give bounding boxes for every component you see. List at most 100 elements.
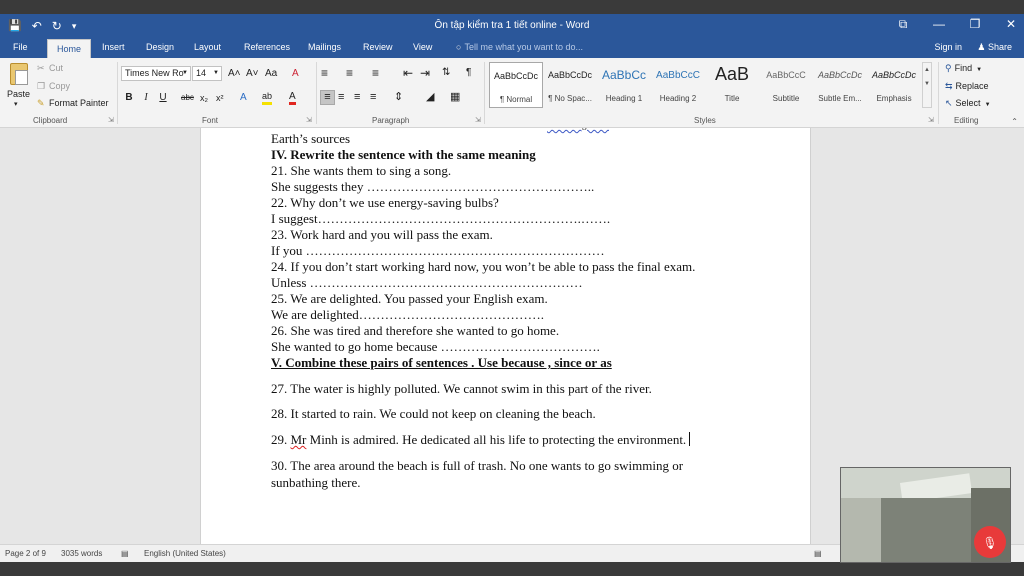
style-subtitle[interactable]: AaBbCcC Subtitle [759, 62, 813, 108]
doc-line[interactable]: I suggest…………………………………………………….……. [271, 211, 610, 227]
style-normal[interactable]: AaBbCcDc ¶ Normal [489, 62, 543, 108]
align-right-icon[interactable]: ≡ [354, 90, 360, 104]
doc-line[interactable]: We are delighted……………………………………. [271, 307, 544, 323]
replace-button[interactable]: ⇆ Replace [945, 81, 989, 92]
justify-icon[interactable]: ≡ [370, 90, 376, 104]
document-page[interactable]: sunbathing there. Earth’s sources IV. Re… [200, 128, 811, 544]
doc-line[interactable]: 30. The area around the beach is full of… [271, 458, 683, 474]
clear-formatting-button[interactable]: A [292, 67, 299, 81]
subscript-button[interactable]: x₂ [200, 91, 208, 105]
share-button[interactable]: ♟ Share [977, 42, 1012, 53]
close-icon[interactable]: ✕ [1004, 17, 1018, 32]
language-indicator[interactable]: English (United States) [144, 549, 226, 558]
cut-button[interactable]: ✂ Cut [37, 63, 63, 74]
style-title[interactable]: AaB Title [705, 62, 759, 108]
font-name-box[interactable]: Times New Ro ▼ [121, 66, 191, 81]
section-heading[interactable]: V. Combine these pairs of sentences . Us… [271, 355, 612, 371]
style-heading-1[interactable]: AaBbCc Heading 1 [597, 62, 651, 108]
select-button[interactable]: ↖ Select ▼ [945, 98, 991, 109]
style-emphasis[interactable]: AaBbCcDc Emphasis [867, 62, 921, 108]
text-effects-button[interactable]: A [240, 91, 247, 105]
font-launcher-icon[interactable]: ⇲ [306, 116, 312, 124]
page-count[interactable]: Page 2 of 9 [5, 549, 46, 558]
style-subtle-emphasis[interactable]: AaBbCcDc Subtle Em... [813, 62, 867, 108]
read-mode-icon[interactable]: ▤ [814, 549, 822, 558]
doc-line[interactable]: She suggests they …………………………………………….. [271, 179, 594, 195]
styles-gallery-scroll[interactable]: ▲ ▼ [922, 62, 932, 108]
ribbon-display-icon[interactable]: ⧉ [896, 17, 910, 32]
find-button[interactable]: ⚲ Find ▼ [945, 63, 982, 74]
doc-line[interactable]: 25. We are delighted. You passed your En… [271, 291, 548, 307]
align-center-icon[interactable]: ≡ [338, 90, 344, 104]
show-marks-icon[interactable]: ¶ [466, 66, 471, 80]
doc-line[interactable]: 22. Why don’t we use energy-saving bulbs… [271, 195, 499, 211]
copy-button[interactable]: ❐ Copy [37, 81, 70, 92]
paste-icon[interactable] [10, 63, 28, 85]
doc-line[interactable]: 21. She wants them to sing a song. [271, 163, 451, 179]
style-heading-2[interactable]: AaBbCcC Heading 2 [651, 62, 705, 108]
decrease-indent-icon[interactable]: ⇤ [403, 66, 413, 80]
section-heading[interactable]: IV. Rewrite the sentence with the same m… [271, 147, 536, 163]
numbering-icon[interactable]: ≡ [346, 66, 353, 80]
tab-home[interactable]: Home [47, 39, 91, 58]
tab-view[interactable]: View [413, 42, 432, 52]
align-left-icon[interactable]: ≡ [320, 90, 335, 105]
highlight-button[interactable]: ab [262, 91, 273, 105]
doc-line[interactable]: sunbathing there. [271, 475, 361, 491]
style-sample: AaBbCcDc [871, 70, 916, 80]
search-icon: ⚲ [945, 63, 952, 73]
spelling-error-word[interactable]: Mr [291, 432, 307, 447]
word-count[interactable]: 3035 words [61, 549, 102, 558]
tell-me-search[interactable]: ○ Tell me what you want to do... [456, 42, 583, 52]
strikethrough-button[interactable]: abc [181, 91, 194, 105]
tab-mailings[interactable]: Mailings [308, 42, 341, 52]
underline-button[interactable]: U [158, 91, 168, 105]
mute-microphone-button[interactable]: 🎙 [974, 526, 1006, 558]
line-spacing-icon[interactable]: ⇕ [394, 90, 403, 104]
doc-line[interactable]: She wanted to go home because …………………………… [271, 339, 600, 355]
maximize-icon[interactable]: ❐ [968, 17, 982, 32]
collapse-ribbon-icon[interactable]: ⌃ [1011, 117, 1018, 126]
doc-line[interactable]: 26. She was tired and therefore she want… [271, 323, 559, 339]
superscript-button[interactable]: x² [216, 91, 224, 105]
proofing-icon[interactable]: ▤ [121, 549, 129, 558]
tab-layout[interactable]: Layout [194, 42, 221, 52]
chevron-down-icon[interactable]: ▼ [182, 67, 188, 80]
doc-line[interactable]: 27. The water is highly polluted. We can… [271, 381, 652, 397]
change-case-button[interactable]: Aa [265, 67, 277, 81]
sort-icon[interactable]: ⇅ [442, 66, 450, 80]
styles-launcher-icon[interactable]: ⇲ [928, 116, 934, 124]
tab-references[interactable]: References [244, 42, 290, 52]
paste-dropdown-icon[interactable]: ▾ [14, 100, 18, 108]
bullets-icon[interactable]: ≡ [321, 66, 328, 80]
clipboard-launcher-icon[interactable]: ⇲ [108, 116, 114, 124]
doc-line[interactable]: If you …………………………………………………………… [271, 243, 605, 259]
bold-button[interactable]: B [124, 91, 134, 105]
grow-font-button[interactable]: A˄ [228, 67, 241, 81]
format-painter-button[interactable]: ✎ Format Painter [37, 98, 109, 109]
doc-line[interactable]: Earth’s sources [271, 131, 350, 147]
doc-line[interactable]: 23. Work hard and you will pass the exam… [271, 227, 493, 243]
doc-line[interactable]: Unless ……………………………………………………… [271, 275, 583, 291]
sign-in-link[interactable]: Sign in [934, 42, 962, 52]
paste-button[interactable]: Paste [7, 89, 30, 99]
paragraph-launcher-icon[interactable]: ⇲ [475, 116, 481, 124]
tab-review[interactable]: Review [363, 42, 393, 52]
doc-line[interactable]: 24. If you don’t start working hard now,… [271, 259, 695, 275]
borders-icon[interactable]: ▦ [450, 90, 460, 104]
increase-indent-icon[interactable]: ⇥ [420, 66, 430, 80]
multilevel-list-icon[interactable]: ≡ [372, 66, 379, 80]
doc-line[interactable]: 28. It started to rain. We could not kee… [271, 406, 596, 422]
doc-line[interactable]: 29. Mr Minh is admired. He dedicated all… [271, 432, 691, 448]
tab-insert[interactable]: Insert [102, 42, 125, 52]
chevron-down-icon[interactable]: ▼ [213, 67, 219, 80]
font-size-box[interactable]: 14 ▼ [192, 66, 222, 81]
shading-icon[interactable]: ◢ [426, 90, 434, 104]
tab-design[interactable]: Design [146, 42, 174, 52]
style-no-spacing[interactable]: AaBbCcDc ¶ No Spac... [543, 62, 597, 108]
font-color-button[interactable]: A [289, 91, 296, 105]
italic-button[interactable]: I [141, 91, 151, 105]
shrink-font-button[interactable]: A˅ [246, 67, 259, 81]
tab-file[interactable]: File [13, 42, 28, 52]
minimize-icon[interactable]: — [932, 17, 946, 32]
